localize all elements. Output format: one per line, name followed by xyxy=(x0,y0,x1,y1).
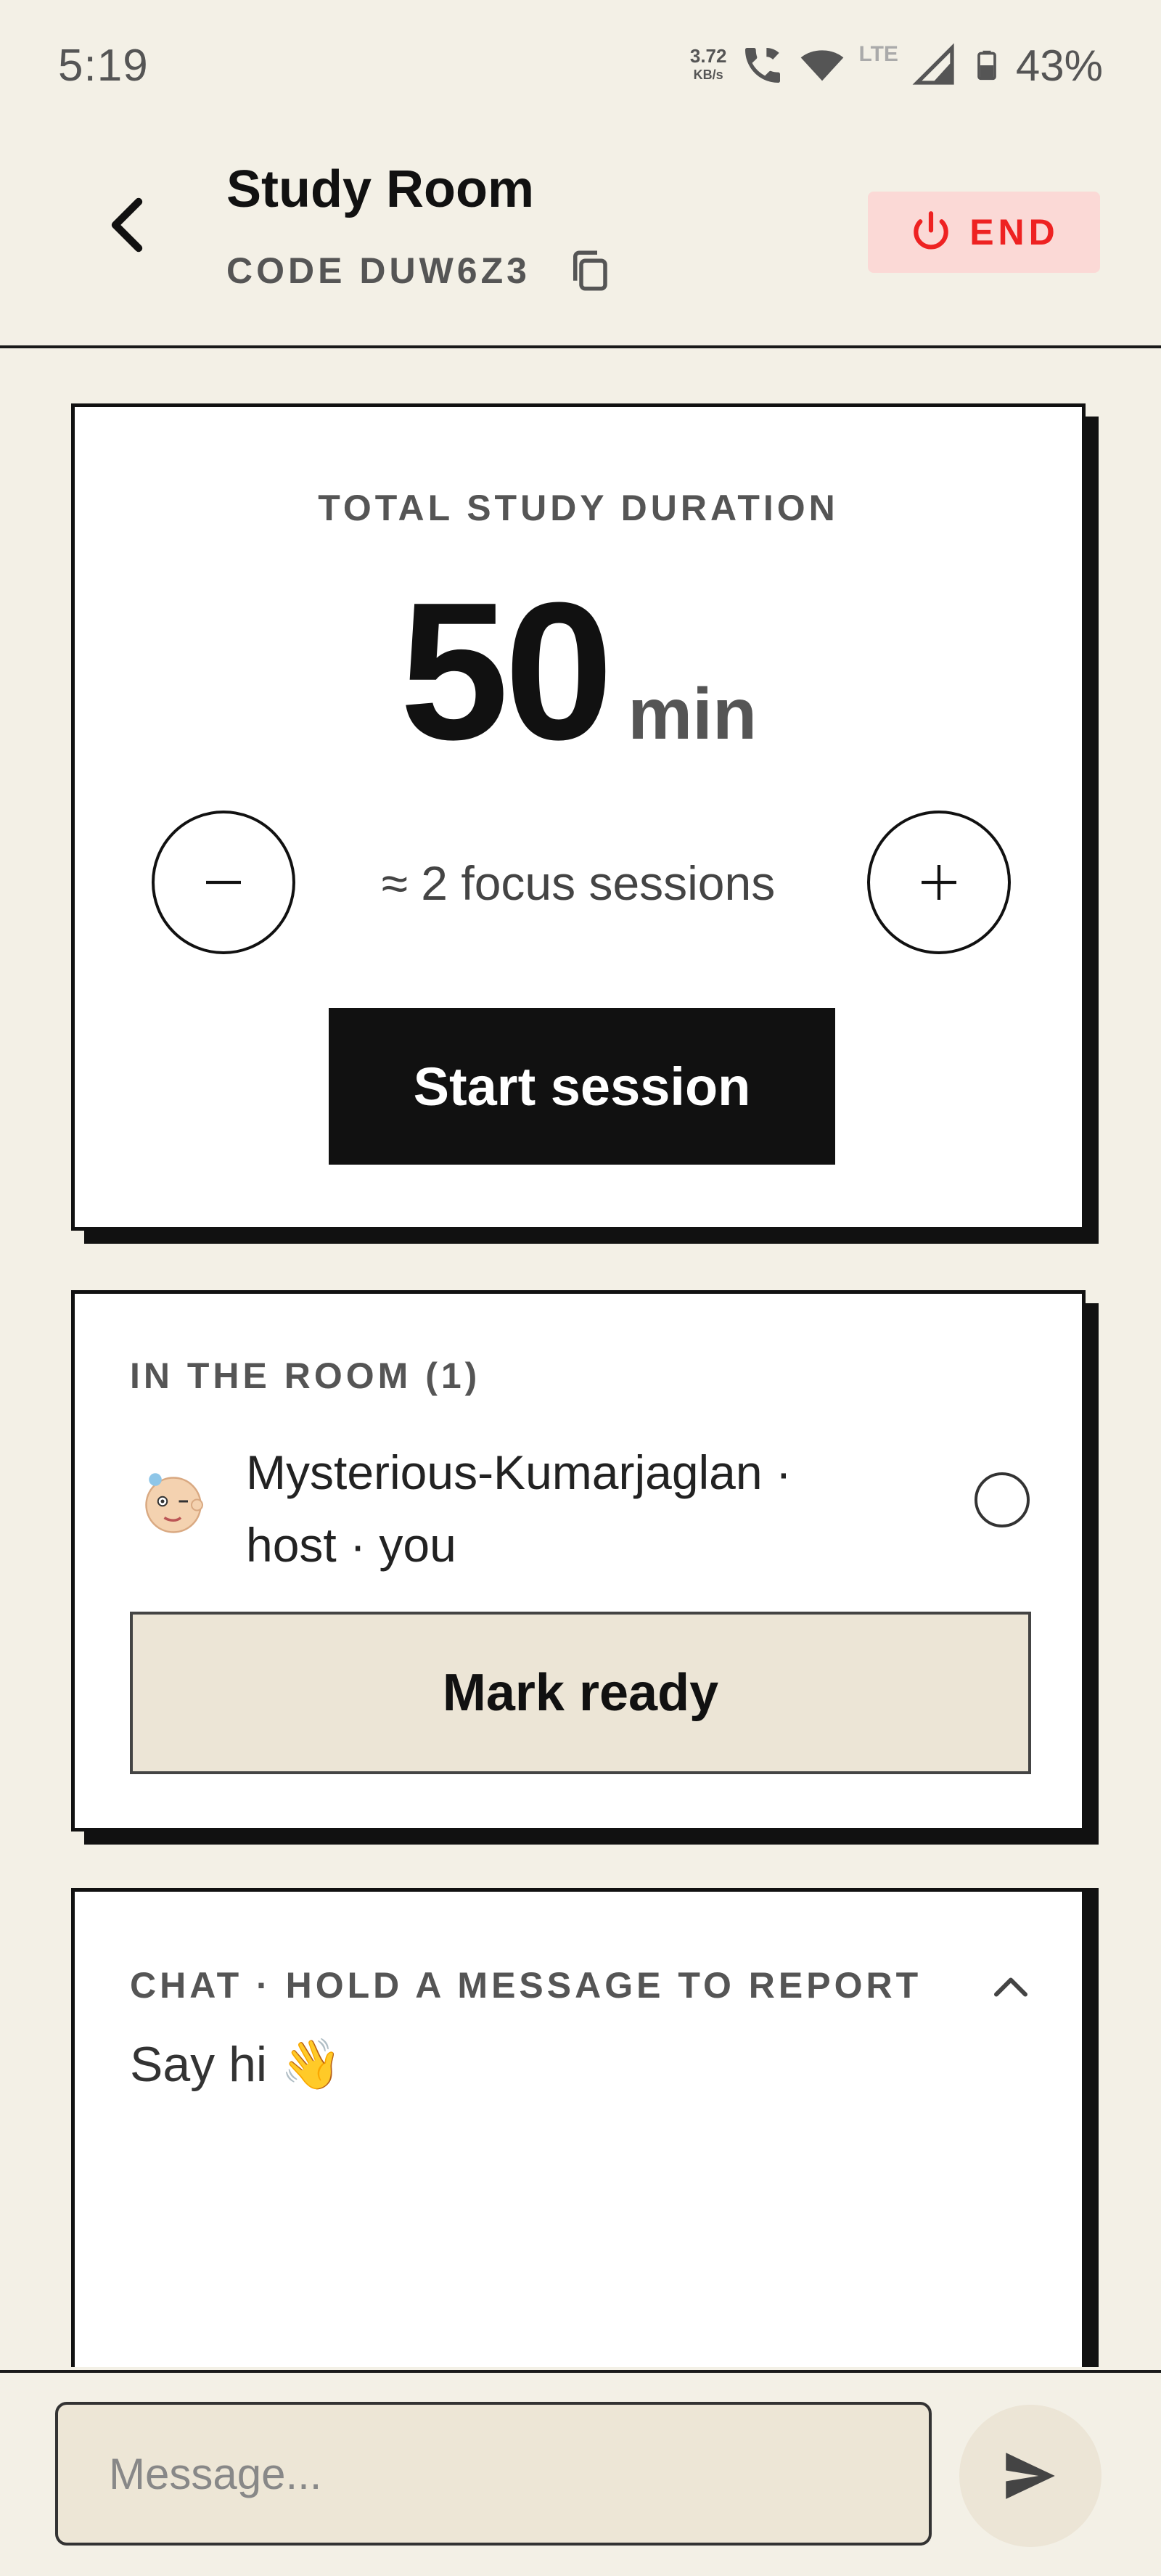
room-code-label: CODE DUW6Z3 xyxy=(226,250,530,291)
signal-icon xyxy=(912,43,954,85)
wifi-call-icon xyxy=(745,48,781,83)
duration-label: TOTAL STUDY DURATION xyxy=(318,488,839,528)
page-title: Study Room xyxy=(226,160,534,218)
message-input[interactable] xyxy=(55,2402,932,2546)
network-speed-value: 3.72 xyxy=(689,45,727,67)
message-composer xyxy=(0,2370,1161,2576)
battery-icon xyxy=(977,50,996,81)
network-speed: 3.72 KB/s xyxy=(690,46,727,84)
chevron-left-icon xyxy=(111,197,143,253)
room-members-card: IN THE ROOM (1) Mysterious-Kumarjaglan ·… xyxy=(71,1290,1086,1831)
end-button-label: END xyxy=(969,212,1059,253)
battery-percent: 43% xyxy=(1015,41,1103,90)
members-label: IN THE ROOM (1) xyxy=(130,1355,481,1396)
send-button[interactable] xyxy=(959,2405,1101,2547)
duration-unit: min xyxy=(628,673,758,755)
start-session-button[interactable]: Start session xyxy=(329,1008,835,1165)
network-type: LTE xyxy=(858,42,898,66)
avatar xyxy=(145,1473,203,1533)
list-item: Mysterious-Kumarjaglan · host · you xyxy=(130,1436,1030,1574)
end-room-button[interactable]: END xyxy=(868,192,1100,273)
duration-display: 50 min xyxy=(75,574,1082,770)
member-role-line: host · you xyxy=(246,1518,456,1572)
chat-label: CHAT · HOLD A MESSAGE TO REPORT xyxy=(130,1965,922,2006)
chat-header[interactable]: CHAT · HOLD A MESSAGE TO REPORT xyxy=(130,1964,1033,2006)
ready-status-radio xyxy=(975,1472,1030,1527)
send-icon xyxy=(1006,2453,1055,2499)
member-name: Mysterious-Kumarjaglan · host · you xyxy=(246,1436,899,1581)
back-button[interactable] xyxy=(94,192,160,258)
status-bar: 5:19 3.72 KB/s LTE 43% xyxy=(0,0,1161,131)
wifi-icon xyxy=(801,50,844,81)
room-code: CODE DUW6Z3 xyxy=(226,247,613,295)
duration-value: 50 xyxy=(399,562,613,781)
chevron-up-icon[interactable] xyxy=(989,1971,1033,2000)
chat-empty-state: Say hi 👋 xyxy=(130,2037,342,2092)
copy-icon[interactable] xyxy=(565,247,613,295)
study-duration-card: TOTAL STUDY DURATION 50 min ≈ 2 focus se… xyxy=(71,403,1086,1231)
member-name-line: Mysterious-Kumarjaglan · xyxy=(246,1445,792,1499)
mark-ready-button[interactable]: Mark ready xyxy=(130,1612,1031,1774)
status-icons: 3.72 KB/s LTE 43% xyxy=(690,41,1103,91)
room-header: Study Room CODE DUW6Z3 END xyxy=(0,131,1161,348)
status-time: 5:19 xyxy=(58,40,149,91)
increase-duration-button[interactable] xyxy=(867,811,1011,954)
network-speed-unit: KB/s xyxy=(693,67,723,82)
plus-icon xyxy=(922,865,956,900)
chat-card: CHAT · HOLD A MESSAGE TO REPORT Say hi 👋 xyxy=(71,1888,1086,2367)
power-icon xyxy=(914,211,948,250)
